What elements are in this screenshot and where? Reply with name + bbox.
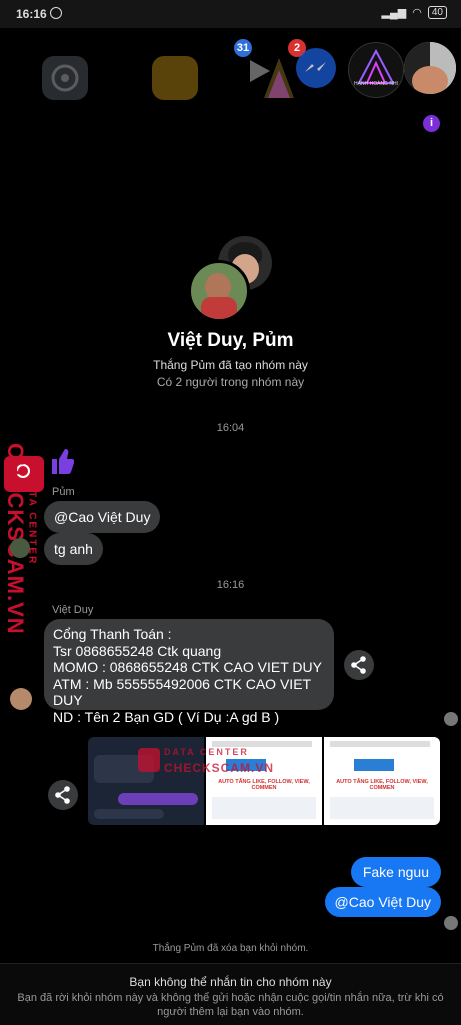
message-text: tg anh xyxy=(54,541,93,557)
seen-avatar xyxy=(444,916,458,930)
watermark-brand: CHECKSCAM.VN xyxy=(164,761,275,775)
timestamp: 16:16 xyxy=(216,579,245,591)
seen-avatar xyxy=(444,712,458,726)
payment-line: Cổng Thanh Toán : xyxy=(53,626,172,642)
share-button[interactable] xyxy=(48,780,78,810)
payment-line: Tsr 0868655248 Ctk quang xyxy=(53,642,222,659)
watermark-data-center: DATA CENTER xyxy=(164,747,249,757)
message-text: Fake nguu xyxy=(362,864,429,880)
group-member-count: Có 2 người trong nhóm này xyxy=(156,375,305,389)
footer-title: Bạn không thể nhắn tin cho nhóm này xyxy=(129,975,332,989)
group-name: Việt Duy, Pủm xyxy=(167,330,294,351)
blocked-composer-footer: Bạn không thể nhắn tin cho nhóm này Bạn … xyxy=(0,963,461,1025)
status-time: 16:16 xyxy=(16,7,47,21)
group-created-by: Thắng Pủm đã tạo nhóm này xyxy=(153,358,308,372)
message-bubble[interactable]: tg anh xyxy=(44,533,103,565)
app-icon xyxy=(264,58,294,98)
payment-message-bubble[interactable]: Cổng Thanh Toán : Tsr 0868655248 Ctk qua… xyxy=(44,619,334,725)
payment-line: MOMO : 0868655248 CTK CAO VIET DUY xyxy=(53,659,322,675)
payment-line: ATM : Mb 555555492006 CTK CAO VIET DUY xyxy=(53,675,311,709)
watermark-logo-icon xyxy=(138,748,160,772)
message-text: @Cao Việt Duy xyxy=(334,894,431,910)
image-attachment-web-2[interactable]: AUTO TĂNG LIKE, FOLLOW, VIEW, COMMEN xyxy=(324,737,440,825)
message-text: @Cao Việt Duy xyxy=(54,509,151,525)
settings-icon xyxy=(42,56,88,100)
chathead-label: HẠNH HOÀNG NHI xyxy=(354,81,398,87)
messenger-chathead-icon[interactable] xyxy=(296,48,336,88)
signal-icon: ▂▄▆ xyxy=(381,7,407,19)
sender-name: Việt Duy xyxy=(52,604,94,616)
info-icon[interactable]: i xyxy=(423,115,440,132)
payment-line: ND : Tên 2 Bạn GD ( Ví Dụ :A gd B ) xyxy=(53,708,280,725)
wifi-icon: ◠ xyxy=(412,7,422,19)
timestamp: 16:04 xyxy=(216,422,245,434)
watermark-brand: CHECKSCAM.VN xyxy=(2,443,28,703)
status-icons: ▂▄▆ ◠ 40 xyxy=(382,6,447,19)
badge-count: 31 xyxy=(234,39,252,57)
messenger-notification-icon xyxy=(50,7,62,19)
system-notice: Thắng Pủm đã xóa bạn khỏi nhóm. xyxy=(152,943,309,954)
share-button[interactable] xyxy=(344,650,374,680)
folder-icon xyxy=(152,56,198,100)
sender-avatar xyxy=(10,688,32,710)
thumbs-up-icon xyxy=(48,446,75,476)
battery-icon: 40 xyxy=(427,6,447,19)
my-message-bubble[interactable]: @Cao Việt Duy xyxy=(324,887,441,917)
group-avatar-front xyxy=(188,260,250,322)
message-bubble[interactable]: @Cao Việt Duy xyxy=(44,501,161,533)
thumb-title: AUTO TĂNG LIKE, FOLLOW, VIEW, COMMEN xyxy=(336,779,428,791)
footer-body: Bạn đã rời khỏi nhóm này và không thể gử… xyxy=(17,992,444,1018)
thumb-title: AUTO TĂNG LIKE, FOLLOW, VIEW, COMMEN xyxy=(218,779,310,791)
sender-name: Pủm xyxy=(52,486,75,498)
chathead-avatar[interactable]: HẠNH HOÀNG NHI xyxy=(348,42,404,98)
status-bar: 16:16 ▂▄▆ ◠ 40 xyxy=(0,0,461,28)
chathead-avatar-2[interactable] xyxy=(404,42,456,94)
my-message-bubble[interactable]: Fake nguu xyxy=(350,857,441,887)
sender-avatar xyxy=(10,538,30,558)
